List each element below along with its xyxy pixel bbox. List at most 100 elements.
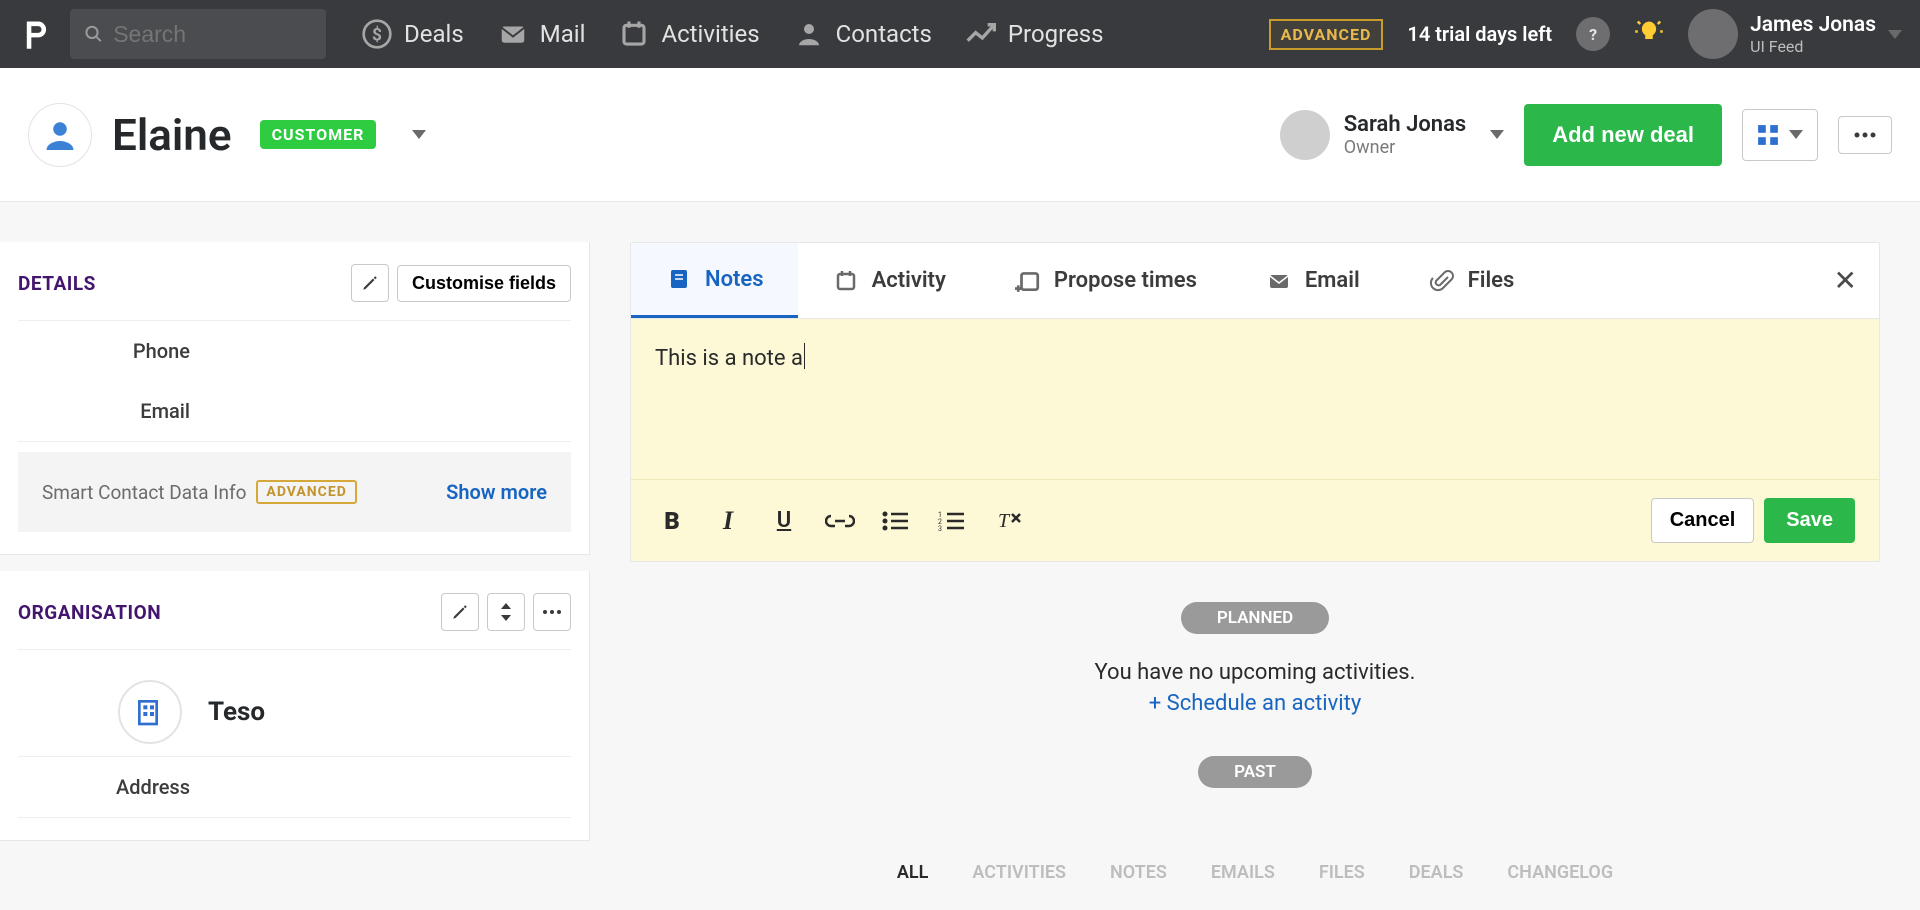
tab-email[interactable]: Email [1231,243,1394,318]
nav-label: Progress [1008,20,1104,48]
topbar: $ Deals Mail Activities Contacts Progres… [0,0,1920,68]
contact-name: Elaine [112,109,232,161]
note-text: This is a note a [655,346,803,371]
past-pill: PAST [1198,756,1312,788]
dollar-icon: $ [360,17,394,51]
calendar-plus-icon [1014,267,1042,295]
layout-button[interactable] [1742,109,1818,161]
customise-fields-button[interactable]: Customise fields [397,265,571,302]
logo-icon[interactable] [18,17,56,51]
timeline-filters: ALL ACTIVITIES NOTES EMAILS FILES DEALS … [630,862,1880,883]
timeline: PLANNED You have no upcoming activities.… [630,562,1880,883]
owner-block[interactable]: Sarah Jonas Owner [1280,110,1504,160]
show-more-link[interactable]: Show more [446,480,547,504]
italic-button[interactable]: I [711,504,745,538]
smart-contact-box: Smart Contact Data Info ADVANCED Show mo… [18,452,571,532]
edit-details-button[interactable] [351,264,389,302]
filter-notes[interactable]: NOTES [1110,862,1167,883]
search-input[interactable] [113,21,312,48]
tab-files[interactable]: Files [1394,243,1549,318]
pencil-icon [361,274,379,292]
search-icon [84,23,103,45]
avatar [1688,9,1738,59]
bullet-list-button[interactable] [879,504,913,538]
chevron-down-icon [1490,130,1504,139]
advanced-badge: ADVANCED [1269,19,1384,50]
tab-label: Activity [872,268,946,293]
search-input-wrap[interactable] [70,9,326,59]
schedule-activity-link[interactable]: + Schedule an activity [1149,691,1362,716]
building-icon [118,680,182,744]
clear-format-button[interactable]: T [991,504,1025,538]
organisation-title: ORGANISATION [18,601,161,624]
nav-mail[interactable]: Mail [496,17,586,51]
current-user[interactable]: James Jonas UI Feed [1688,9,1902,59]
org-name: Teso [208,697,265,727]
link-button[interactable] [823,504,857,538]
nav-label: Activities [661,20,759,48]
filter-activities[interactable]: ACTIVITIES [972,862,1066,883]
tab-label: Propose times [1054,268,1197,293]
tab-label: Files [1468,268,1515,293]
tab-notes[interactable]: Notes [631,243,798,318]
bold-button[interactable]: B [655,504,689,538]
filter-changelog[interactable]: CHANGELOG [1507,862,1613,883]
filter-deals[interactable]: DEALS [1409,862,1464,883]
topnav: $ Deals Mail Activities Contacts Progres… [360,17,1104,51]
phone-label: Phone [30,339,190,363]
tab-label: Email [1305,268,1360,293]
svg-text:$: $ [372,26,382,46]
chevron-down-icon[interactable] [412,130,426,139]
svg-text:3: 3 [938,525,942,532]
person-icon [792,17,826,51]
address-label: Address [30,775,190,799]
owner-avatar [1280,110,1330,160]
underline-button[interactable]: U [767,504,801,538]
nav-activities[interactable]: Activities [617,17,759,51]
tab-activity[interactable]: Activity [798,243,980,318]
editor-toolbar: B I U 123 T Cancel Save [631,479,1879,561]
add-new-deal-button[interactable]: Add new deal [1524,104,1722,166]
org-row[interactable]: Teso [18,650,571,756]
tab-propose-times[interactable]: Propose times [980,243,1231,318]
filter-emails[interactable]: EMAILS [1211,862,1275,883]
email-row[interactable]: Email [18,381,571,442]
contact-header: Elaine CUSTOMER Sarah Jonas Owner Add ne… [0,68,1920,202]
org-more-button[interactable] [533,593,571,631]
note-textarea[interactable]: This is a note a [631,319,1879,479]
edit-org-button[interactable] [441,593,479,631]
numbered-list-button[interactable]: 123 [935,504,969,538]
svg-text:T: T [998,510,1011,532]
owner-name: Sarah Jonas [1344,112,1466,137]
user-name: James Jonas [1750,13,1876,37]
help-icon[interactable]: ? [1576,17,1610,51]
nav-deals[interactable]: $ Deals [360,17,464,51]
ellipsis-icon [1853,131,1877,139]
more-actions-button[interactable] [1838,116,1892,154]
sort-icon [498,602,514,622]
editor-tabs: Notes Activity Propose times Email Files [631,243,1879,319]
editor-card: Notes Activity Propose times Email Files [630,242,1880,562]
phone-row[interactable]: Phone [18,321,571,381]
topbar-right: ADVANCED 14 trial days left ? James Jona… [1269,9,1902,59]
reorder-org-button[interactable] [487,593,525,631]
calendar-icon [832,267,860,295]
address-row[interactable]: Address [18,756,571,818]
tips-icon[interactable] [1634,19,1664,49]
contact-avatar[interactable] [28,103,92,167]
filter-files[interactable]: FILES [1319,862,1365,883]
attachment-icon [1428,267,1456,295]
nav-progress[interactable]: Progress [964,17,1104,51]
nav-contacts[interactable]: Contacts [792,17,932,51]
nav-label: Contacts [836,20,932,48]
ellipsis-icon [542,609,562,615]
customer-badge: CUSTOMER [260,120,377,149]
cancel-button[interactable]: Cancel [1651,498,1755,543]
filter-all[interactable]: ALL [897,862,928,883]
close-editor-button[interactable]: ✕ [1834,264,1857,297]
progress-icon [964,17,998,51]
planned-pill: PLANNED [1181,602,1329,634]
save-button[interactable]: Save [1764,498,1855,543]
owner-role: Owner [1344,137,1466,158]
details-title: DETAILS [18,272,96,295]
